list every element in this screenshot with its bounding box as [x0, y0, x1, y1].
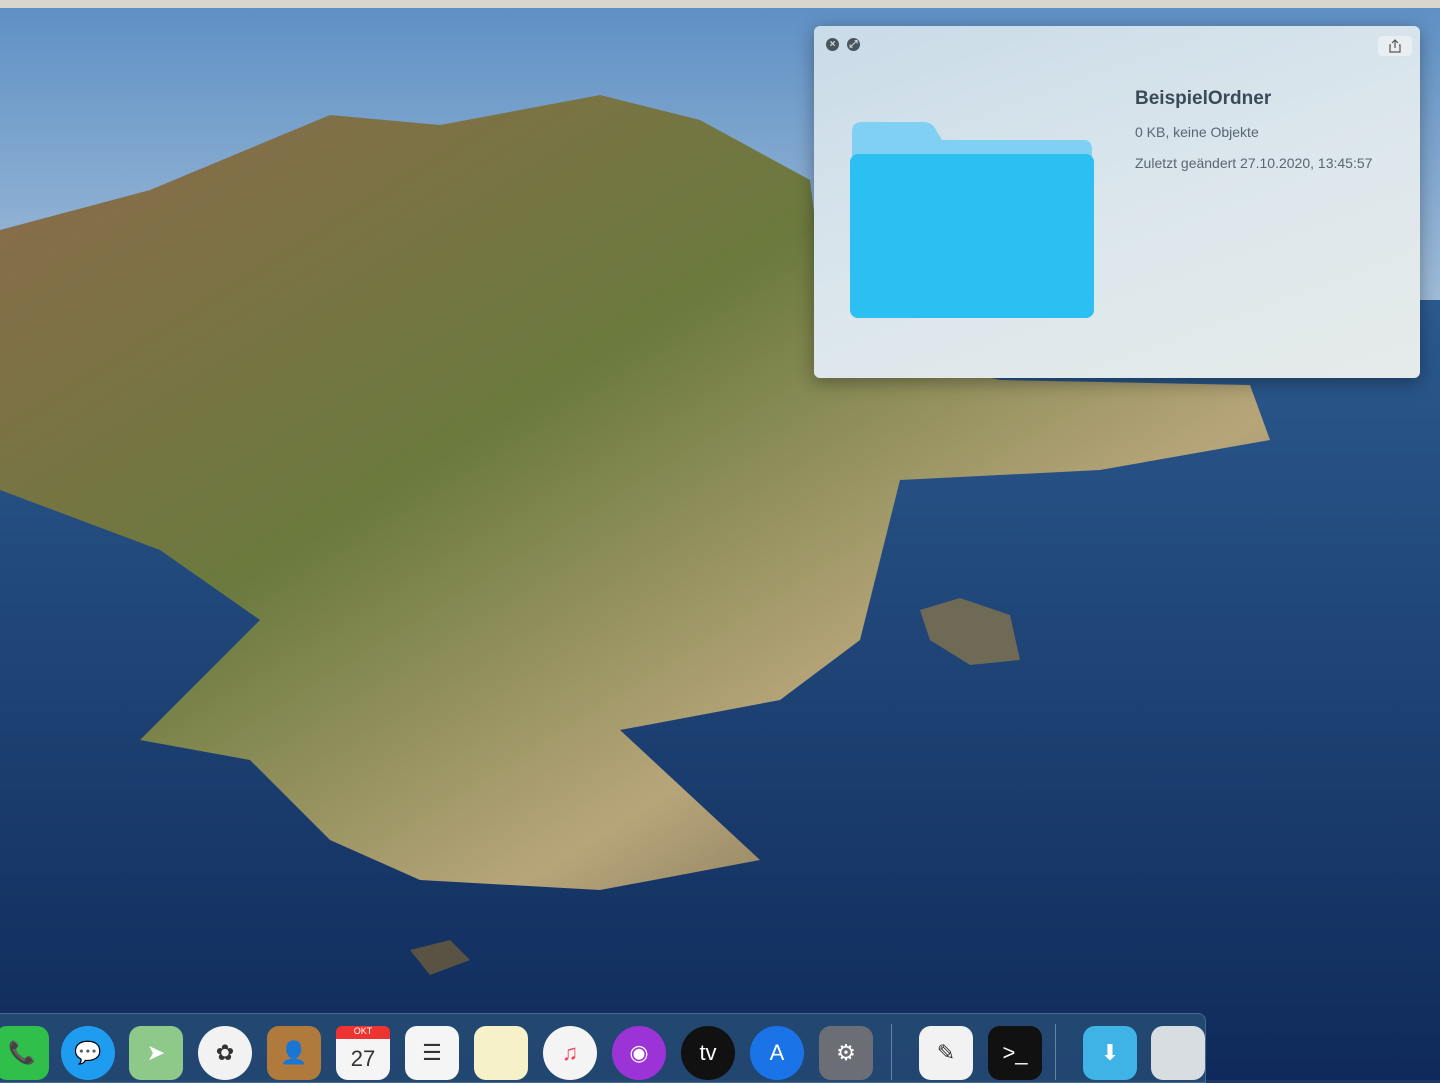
folder-icon [850, 122, 1094, 318]
messages-icon: 💬 [74, 1040, 102, 1065]
dock-item-maps[interactable]: ➤ [129, 1026, 183, 1080]
terminal-icon: >_ [1002, 1040, 1028, 1065]
menu-bar [0, 0, 1440, 8]
dock-item-apple-tv[interactable]: tv [681, 1026, 735, 1080]
app-store-icon: A [769, 1040, 785, 1065]
maps-icon: ➤ [146, 1040, 166, 1065]
calendar-icon: 27 [350, 1046, 376, 1071]
dock: 📞 💬 ➤ ✿ 👤 OKT 27 ☰ ♫ ◉ tv A ⚙ ✎ >_ ⬇ [0, 1013, 1206, 1083]
dock-item-music[interactable]: ♫ [543, 1026, 597, 1080]
dock-item-app-store[interactable]: A [750, 1026, 804, 1080]
dock-item-messages[interactable]: 💬 [61, 1026, 115, 1080]
contacts-icon: 👤 [280, 1040, 308, 1065]
modified-date: Zuletzt geändert 27.10.2020, 13:45:57 [1135, 155, 1373, 171]
share-icon [1389, 39, 1401, 53]
expand-icon: ⤢ [849, 39, 858, 50]
calendar-month: OKT [336, 1026, 390, 1039]
dock-item-system-preferences[interactable]: ⚙ [819, 1026, 873, 1080]
dock-item-reminders[interactable]: ☰ [405, 1026, 459, 1080]
fullscreen-button[interactable]: ⤢ [847, 38, 860, 51]
podcasts-icon: ◉ [629, 1040, 649, 1065]
dock-item-notes[interactable] [474, 1026, 528, 1080]
close-button[interactable]: × [826, 38, 839, 51]
file-size: 0 KB, keine Objekte [1135, 124, 1259, 140]
close-icon: × [829, 39, 836, 50]
dock-separator [1055, 1024, 1056, 1080]
dock-item-downloads[interactable]: ⬇ [1083, 1026, 1137, 1080]
dock-item-facetime[interactable]: 📞 [0, 1026, 49, 1080]
dock-item-textedit[interactable]: ✎ [919, 1026, 973, 1080]
apple-tv-icon: tv [699, 1040, 717, 1065]
dock-item-podcasts[interactable]: ◉ [612, 1026, 666, 1080]
music-icon: ♫ [561, 1040, 579, 1065]
dock-item-photos[interactable]: ✿ [198, 1026, 252, 1080]
textedit-icon: ✎ [936, 1040, 956, 1065]
facetime-icon: 📞 [8, 1040, 36, 1065]
reminders-icon: ☰ [422, 1040, 442, 1065]
dock-item-trash[interactable] [1151, 1026, 1205, 1080]
dock-item-contacts[interactable]: 👤 [267, 1026, 321, 1080]
system-preferences-icon: ⚙ [836, 1040, 856, 1065]
photos-icon: ✿ [215, 1040, 235, 1065]
downloads-icon: ⬇ [1100, 1040, 1120, 1065]
dock-separator [891, 1024, 892, 1080]
quicklook-window: × ⤢ BeispielOrdner 0 KB, keine Objekte Z… [814, 26, 1420, 378]
dock-item-calendar[interactable]: OKT 27 [336, 1026, 390, 1080]
share-button[interactable] [1378, 36, 1412, 56]
dock-item-terminal[interactable]: >_ [988, 1026, 1042, 1080]
file-name: BeispielOrdner [1135, 88, 1272, 109]
